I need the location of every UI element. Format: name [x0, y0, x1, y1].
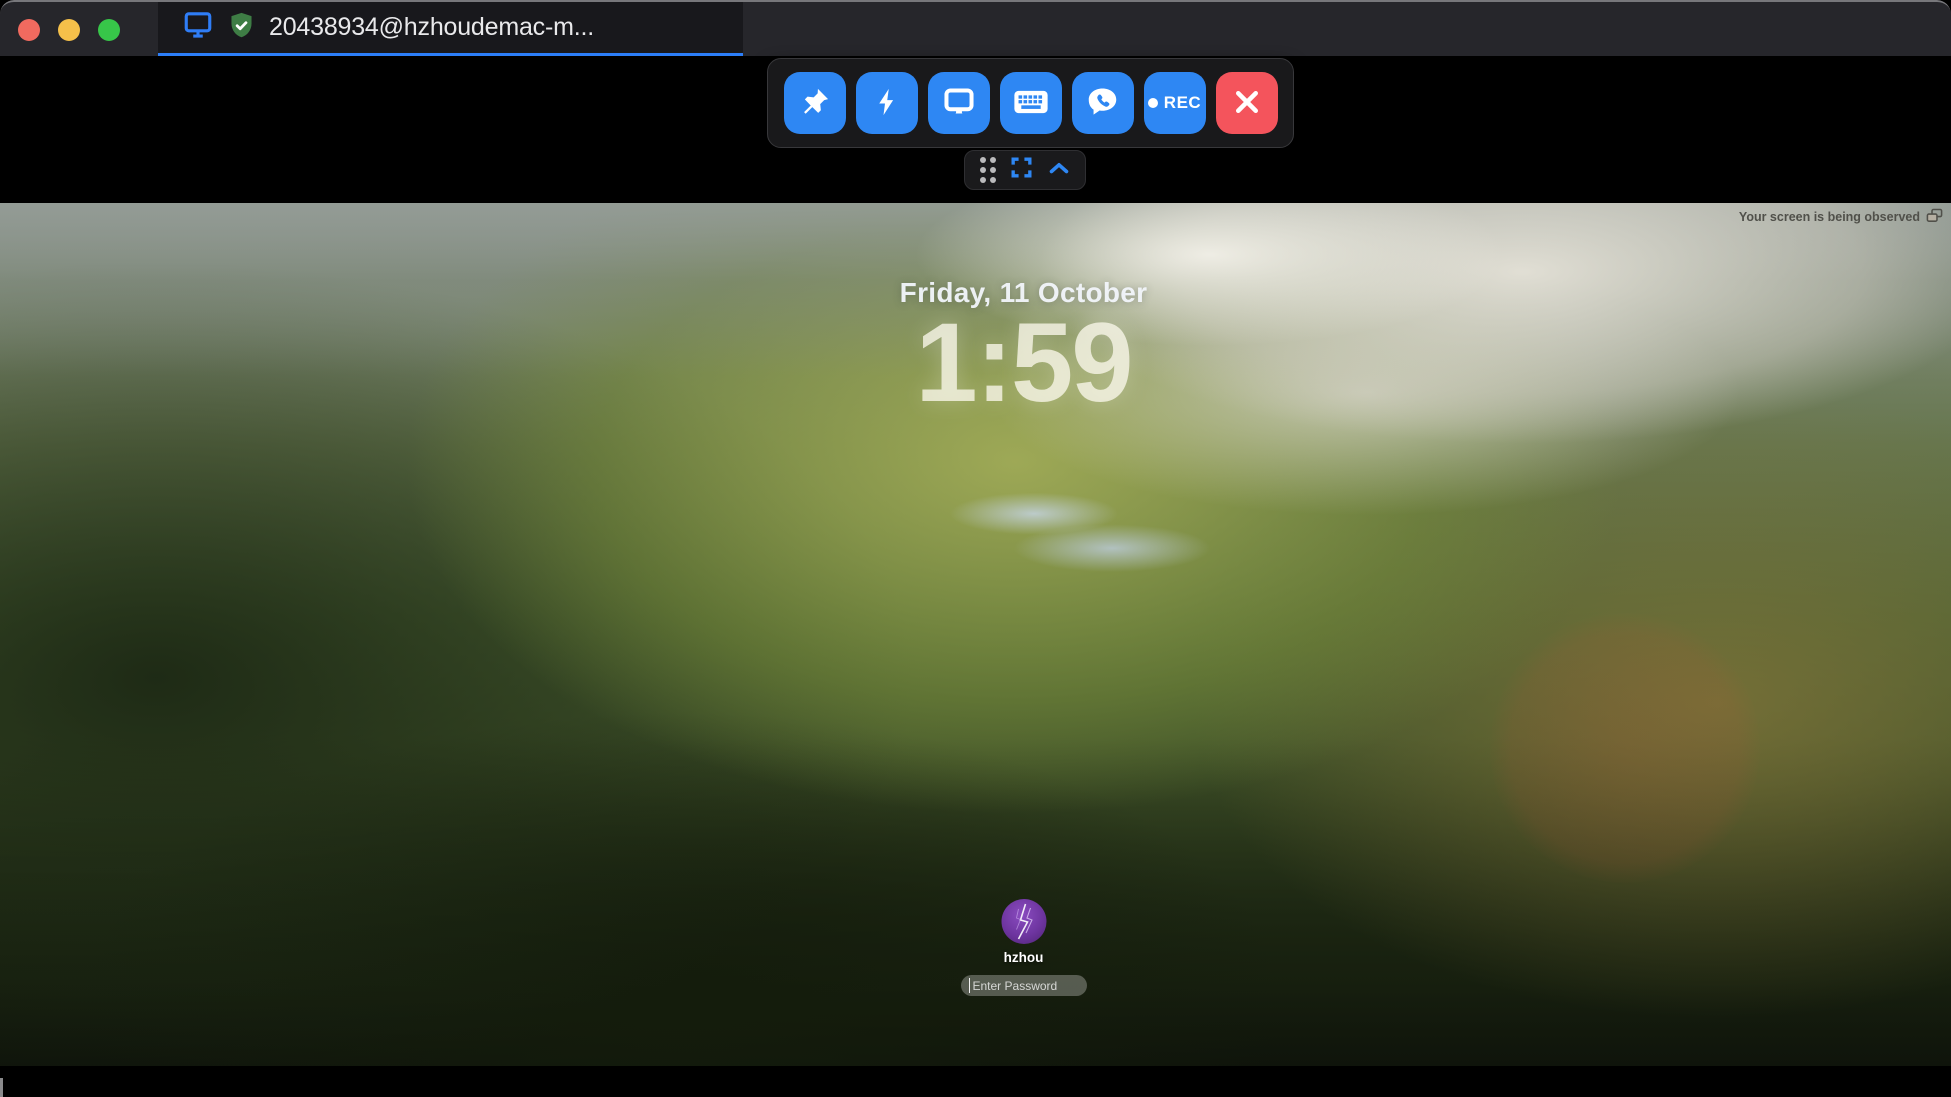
record-label: REC	[1164, 93, 1201, 113]
screen-observed-notice: Your screen is being observed	[1739, 208, 1943, 226]
record-toolbar-button[interactable]: REC	[1144, 72, 1206, 134]
keyboard-toolbar-button[interactable]	[1000, 72, 1062, 134]
phone-bubble-icon	[1086, 85, 1119, 121]
remote-control-toolbar: REC	[767, 58, 1294, 148]
remote-desktop-window: 20438934@hzhoudemac-m...	[0, 0, 1951, 1097]
text-caret	[969, 978, 971, 993]
traffic-light-zoom-button[interactable]	[98, 19, 120, 41]
title-bar: 20438934@hzhoudemac-m...	[0, 0, 1951, 56]
user-avatar[interactable]	[1001, 899, 1046, 944]
password-input[interactable]	[961, 975, 1087, 996]
keyboard-icon	[1013, 86, 1049, 121]
session-tab-title: 20438934@hzhoudemac-m...	[269, 13, 594, 42]
session-tab[interactable]: 20438934@hzhoudemac-m...	[158, 2, 743, 56]
fullscreen-icon[interactable]	[1009, 155, 1034, 185]
disconnect-toolbar-button[interactable]	[1216, 72, 1278, 134]
record-dot	[1148, 98, 1158, 108]
pin-toolbar-button[interactable]	[784, 72, 846, 134]
screen-observed-text: Your screen is being observed	[1739, 210, 1920, 224]
traffic-light-close-button[interactable]	[18, 19, 40, 41]
shield-check-icon	[227, 10, 256, 46]
display-icon	[182, 10, 214, 45]
record-dot-icon: REC	[1148, 93, 1201, 113]
boost-toolbar-button[interactable]	[856, 72, 918, 134]
lock-screen-username: hzhou	[1004, 950, 1044, 965]
lens-flare	[1490, 613, 1760, 883]
voice-call-toolbar-button[interactable]	[1072, 72, 1134, 134]
chevron-up-icon[interactable]	[1047, 158, 1071, 183]
window-resize-edge	[0, 1078, 3, 1097]
toolbar-handle-bar	[964, 150, 1086, 190]
lightning-icon	[872, 85, 902, 122]
traffic-light-minimize-button[interactable]	[58, 19, 80, 41]
screen-mirroring-icon	[1926, 208, 1943, 226]
monitor-icon	[942, 86, 976, 121]
password-field-wrap	[961, 975, 1087, 996]
remote-desktop-wallpaper: Your screen is being observed Friday, 11…	[0, 203, 1951, 1066]
close-x-icon	[1232, 87, 1262, 120]
lock-screen-clock: 1:59	[915, 307, 1131, 419]
drag-dots-icon[interactable]	[980, 157, 996, 183]
display-toolbar-button[interactable]	[928, 72, 990, 134]
pushpin-icon	[799, 86, 831, 121]
